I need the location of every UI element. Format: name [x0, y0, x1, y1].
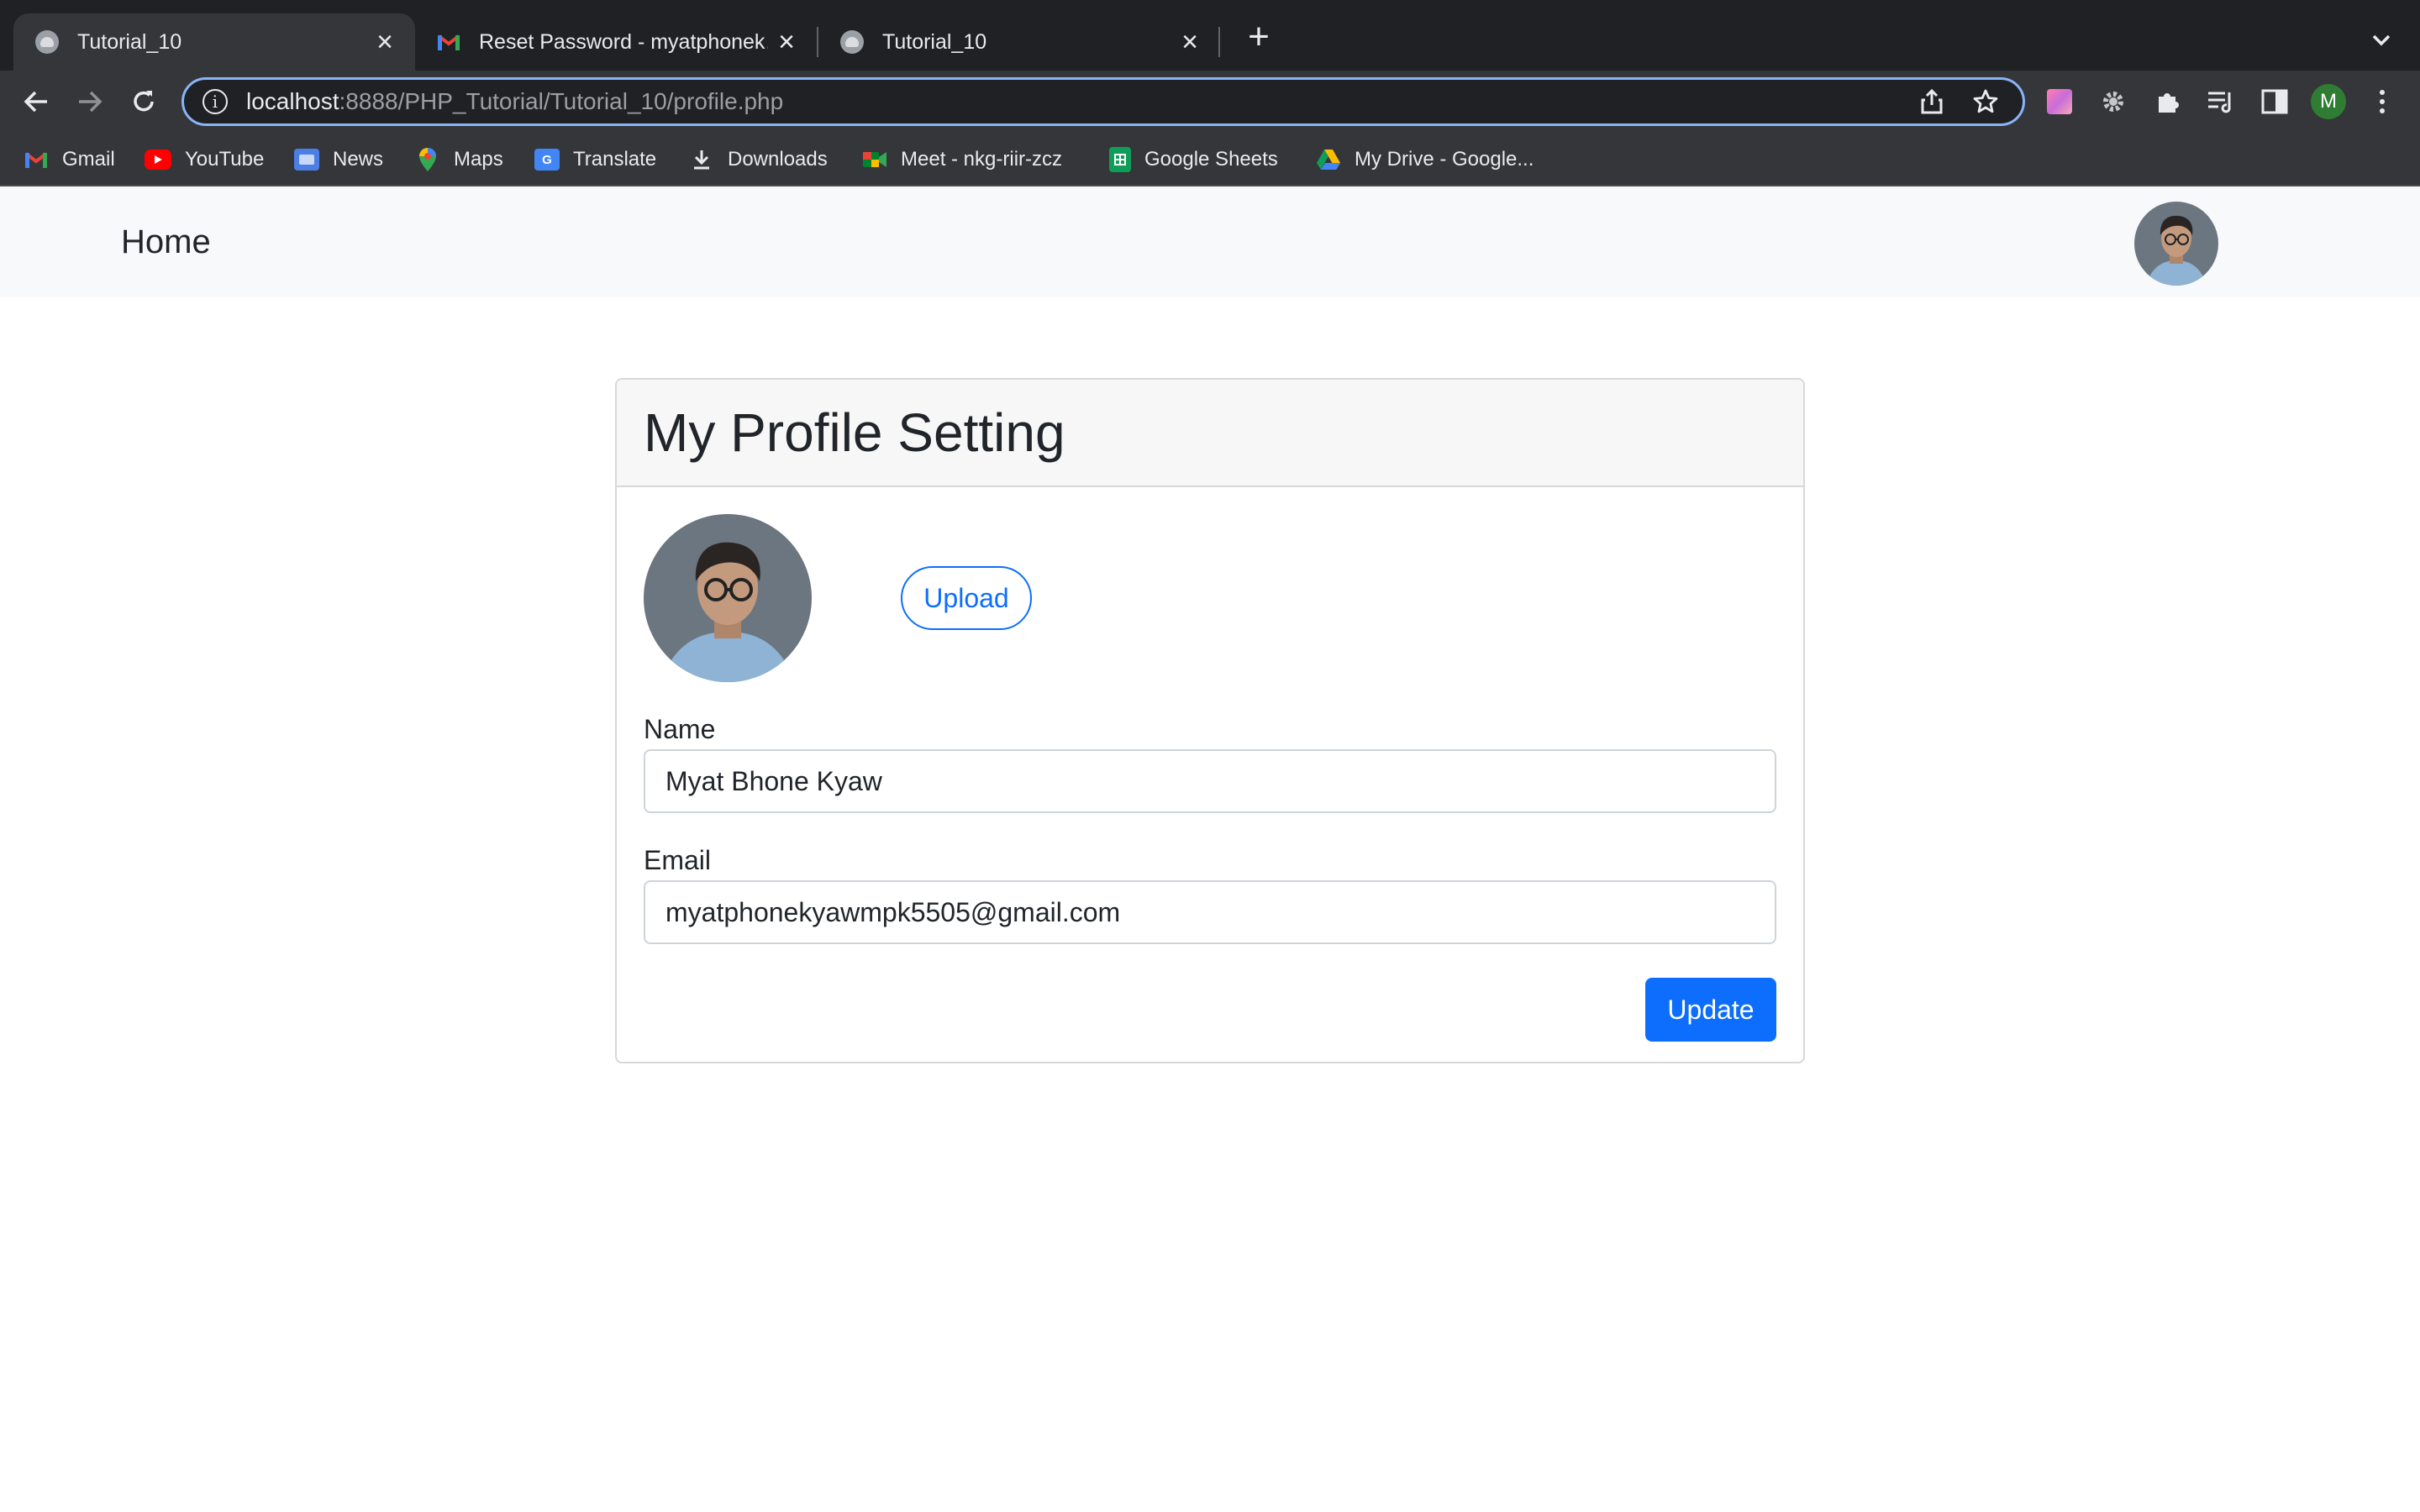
site-navbar: Home: [0, 186, 2420, 297]
browser-menu-kebab-icon[interactable]: [2366, 86, 2398, 118]
tab-title: Reset Password - myatphonek…: [479, 29, 769, 54]
bookmark-star-icon[interactable]: [1969, 85, 2002, 118]
profile-settings-card: My Profile Setting Upload Name Email: [615, 378, 1805, 1063]
bookmark-youtube[interactable]: YouTube: [145, 144, 264, 175]
bookmark-downloads[interactable]: Downloads: [689, 144, 828, 175]
bookmark-label: Translate: [573, 148, 657, 171]
tab-divider: [1218, 27, 1220, 57]
gmail-icon: [24, 149, 49, 171]
reload-icon[interactable]: [124, 82, 163, 121]
back-arrow-icon[interactable]: [17, 82, 55, 121]
bookmark-news[interactable]: News: [294, 144, 383, 175]
youtube-icon: [145, 150, 171, 170]
bookmark-label: Gmail: [62, 148, 115, 171]
browser-toolbar: i localhost:8888/PHP_Tutorial/Tutorial_1…: [0, 71, 2420, 133]
browser-tab-3[interactable]: Tutorial_10 ×: [818, 13, 1220, 71]
address-bar[interactable]: i localhost:8888/PHP_Tutorial/Tutorial_1…: [182, 77, 2025, 126]
media-playlist-icon[interactable]: [2205, 86, 2237, 118]
forward-arrow-icon[interactable]: [71, 82, 109, 121]
bookmark-label: Google Sheets: [1144, 148, 1278, 171]
browser-tab-strip: Tutorial_10 × Reset Password - myatphone…: [0, 0, 2420, 71]
bookmark-drive[interactable]: My Drive - Google...: [1316, 144, 1534, 175]
drive-icon: [1316, 149, 1341, 171]
bookmark-label: News: [333, 148, 384, 171]
page-title: My Profile Setting: [644, 402, 1065, 463]
close-tab-icon[interactable]: ×: [778, 28, 795, 56]
url-path: :8888/PHP_Tutorial/Tutorial_10/profile.p…: [339, 88, 784, 114]
php-elephant-icon: [35, 30, 59, 54]
bookmark-label: Meet - nkg-riir-zcz: [901, 148, 1063, 171]
side-panel-icon[interactable]: [2259, 86, 2291, 118]
bookmark-gmail[interactable]: Gmail: [24, 144, 115, 175]
name-label: Name: [644, 714, 716, 744]
gmail-icon: [437, 30, 460, 54]
navbar-brand-home[interactable]: Home: [121, 223, 211, 261]
browser-profile-avatar[interactable]: M: [2311, 84, 2346, 119]
user-avatar[interactable]: [2134, 202, 2218, 286]
extensions-puzzle-icon[interactable]: [2151, 86, 2183, 118]
card-body: Upload Name Email Update: [617, 487, 1803, 1042]
browser-tab-2[interactable]: Reset Password - myatphonek… ×: [415, 13, 817, 71]
bookmark-label: Downloads: [728, 148, 828, 171]
extension-gear-icon[interactable]: [2097, 86, 2129, 118]
bookmark-meet[interactable]: Meet - nkg-riir-zcz: [862, 144, 1062, 175]
bookmark-label: YouTube: [185, 148, 265, 171]
address-url[interactable]: localhost:8888/PHP_Tutorial/Tutorial_10/…: [246, 88, 1915, 115]
close-tab-icon[interactable]: ×: [1181, 28, 1198, 56]
tab-title: Tutorial_10: [77, 29, 182, 54]
translate-icon: G: [534, 149, 560, 171]
url-host: localhost: [246, 88, 339, 114]
maps-icon: [415, 148, 440, 171]
browser-tab-1[interactable]: Tutorial_10 ×: [13, 13, 415, 71]
card-header: My Profile Setting: [617, 380, 1803, 487]
bookmark-label: Maps: [454, 148, 503, 171]
share-icon[interactable]: [1915, 85, 1949, 118]
bookmark-translate[interactable]: G Translate: [534, 144, 656, 175]
php-elephant-icon: [840, 30, 864, 54]
new-tab-button[interactable]: +: [1239, 18, 1279, 59]
upload-button[interactable]: Upload: [901, 566, 1032, 630]
update-button[interactable]: Update: [1645, 978, 1776, 1042]
tab-search-chevron-icon[interactable]: [2366, 25, 2396, 55]
sheets-icon: [1109, 147, 1131, 172]
bookmark-sheets[interactable]: Google Sheets: [1109, 144, 1278, 175]
bookmarks-bar: Gmail YouTube News Maps G Translate Down…: [0, 133, 2420, 186]
news-icon: [294, 149, 319, 171]
name-field[interactable]: [644, 749, 1776, 813]
profile-picture: [644, 514, 812, 682]
web-page: Home My Profile Setting Upload Name Myat…: [0, 186, 2420, 1512]
email-field[interactable]: [644, 880, 1776, 944]
meet-icon: [862, 149, 887, 171]
close-tab-icon[interactable]: ×: [376, 28, 393, 56]
download-icon: [689, 149, 714, 171]
tab-title: Tutorial_10: [882, 29, 987, 54]
site-info-icon[interactable]: i: [203, 89, 228, 114]
extension-gradient-icon[interactable]: [2044, 86, 2075, 118]
email-label: Email: [644, 845, 712, 875]
bookmark-maps[interactable]: Maps: [415, 144, 503, 175]
bookmark-label: My Drive - Google...: [1355, 148, 1534, 171]
